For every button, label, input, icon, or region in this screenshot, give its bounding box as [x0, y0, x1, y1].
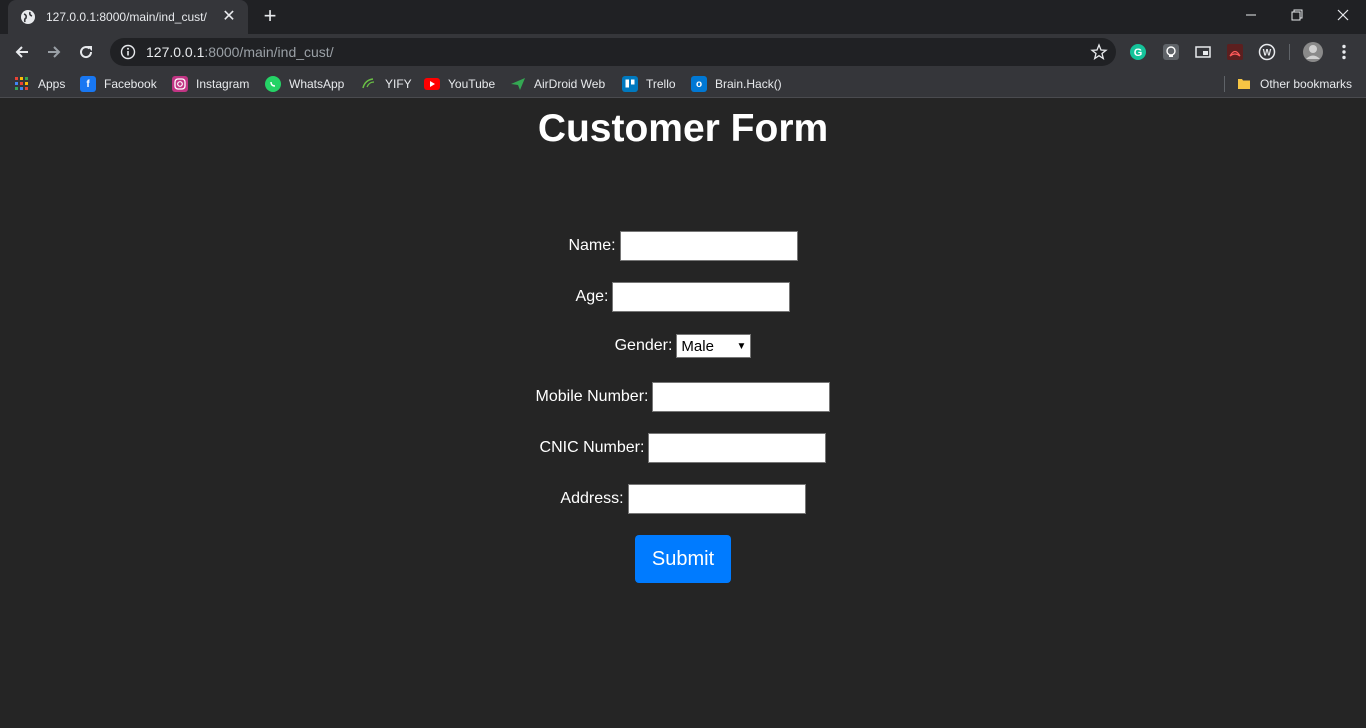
- apps-grid-icon: [14, 76, 30, 92]
- outlook-icon: o: [691, 76, 707, 92]
- new-tab-icon[interactable]: +: [258, 5, 282, 29]
- bookmark-label: Instagram: [196, 77, 250, 91]
- name-row: Name:: [0, 231, 1366, 261]
- trello-icon: [622, 76, 638, 92]
- age-label: Age:: [575, 288, 609, 305]
- profile-avatar[interactable]: [1302, 41, 1324, 63]
- bookmark-label: WhatsApp: [289, 77, 345, 91]
- name-input[interactable]: [619, 231, 798, 261]
- youtube-icon: [424, 76, 440, 92]
- folder-icon: [1236, 76, 1252, 92]
- bookmark-instagram[interactable]: Instagram: [172, 74, 249, 94]
- address-row: Address:: [0, 484, 1366, 514]
- bookmark-label: Brain.Hack(): [715, 77, 782, 91]
- mobile-number-input[interactable]: [652, 382, 831, 412]
- bookmark-label: Other bookmarks: [1260, 77, 1353, 91]
- bookmark-airdroid[interactable]: AirDroid Web: [510, 74, 605, 94]
- toolbar-divider: [1289, 44, 1290, 60]
- facebook-icon: f: [80, 76, 96, 92]
- globe-icon: [20, 9, 36, 25]
- bookmark-apps[interactable]: Apps: [14, 74, 65, 94]
- minimize-icon[interactable]: [1228, 0, 1274, 30]
- menu-kebab-icon[interactable]: [1335, 43, 1353, 61]
- svg-text:W: W: [1263, 48, 1272, 58]
- restore-icon[interactable]: [1274, 0, 1320, 30]
- bookmark-facebook[interactable]: f Facebook: [80, 74, 157, 94]
- address-label: Address:: [560, 490, 624, 507]
- bookmark-brainhack[interactable]: o Brain.Hack(): [691, 74, 782, 94]
- whatsapp-icon: [265, 76, 281, 92]
- lightbulb-extension-icon[interactable]: [1162, 43, 1180, 61]
- picture-in-picture-icon[interactable]: [1194, 43, 1212, 61]
- url-path: :8000/main/ind_cust/: [204, 44, 334, 60]
- bookmark-label: AirDroid Web: [534, 77, 606, 91]
- page-title: Customer Form: [537, 107, 829, 150]
- tab-strip: 127.0.0.1:8000/main/ind_cust/ ✕ +: [0, 0, 1366, 34]
- mobile-label: Mobile Number:: [535, 388, 649, 405]
- bookmarks-divider: [1224, 76, 1225, 92]
- bookmarks-bar: Apps f Facebook Instagram WhatsApp YIFY …: [0, 70, 1366, 98]
- dropdown-arrow-icon: ▼: [736, 340, 747, 352]
- bookmark-youtube[interactable]: YouTube: [424, 74, 495, 94]
- close-window-icon[interactable]: [1320, 0, 1366, 30]
- bookmark-label: Trello: [646, 77, 676, 91]
- cnic-label: CNIC Number:: [539, 439, 645, 456]
- age-row: Age:: [0, 282, 1366, 312]
- bookmark-yify[interactable]: YIFY: [361, 74, 412, 94]
- bookmark-trello[interactable]: Trello: [622, 74, 676, 94]
- pdf-extension-icon[interactable]: [1226, 43, 1244, 61]
- bookmark-label: YIFY: [385, 77, 412, 91]
- back-arrow-icon[interactable]: [8, 38, 36, 66]
- grammarly-icon[interactable]: G: [1129, 43, 1147, 61]
- yify-icon: [361, 76, 377, 92]
- w-extension-icon[interactable]: W: [1258, 43, 1276, 61]
- age-input[interactable]: [612, 282, 791, 312]
- browser-tab[interactable]: 127.0.0.1:8000/main/ind_cust/ ✕: [8, 0, 248, 34]
- cnic-number-input[interactable]: [648, 433, 827, 463]
- bookmark-label: Apps: [38, 77, 66, 91]
- browser-toolbar: 127.0.0.1:8000/main/ind_cust/ G W: [0, 34, 1366, 70]
- name-label: Name:: [568, 237, 616, 254]
- info-icon[interactable]: [120, 44, 136, 60]
- bookmark-whatsapp[interactable]: WhatsApp: [265, 74, 344, 94]
- address-input[interactable]: [627, 484, 806, 514]
- airdroid-icon: [510, 76, 526, 92]
- gender-label: Gender:: [614, 337, 673, 354]
- close-tab-icon[interactable]: ✕: [220, 8, 238, 26]
- submit-button[interactable]: Submit: [635, 535, 731, 583]
- gender-select[interactable]: Male ▼: [676, 334, 752, 358]
- tab-title: 127.0.0.1:8000/main/ind_cust/: [46, 10, 207, 24]
- bookmark-star-icon[interactable]: [1090, 43, 1108, 61]
- reload-icon[interactable]: [72, 38, 100, 66]
- mobile-row: Mobile Number:: [0, 382, 1366, 412]
- bookmark-label: Facebook: [104, 77, 157, 91]
- forward-arrow-icon[interactable]: [40, 38, 68, 66]
- url-text: 127.0.0.1:8000/main/ind_cust/: [146, 44, 334, 60]
- cnic-row: CNIC Number:: [0, 433, 1366, 463]
- instagram-icon: [172, 76, 188, 92]
- gender-selected-value: Male: [681, 337, 714, 355]
- url-host: 127.0.0.1: [146, 44, 205, 60]
- gender-row: Gender: Male ▼: [0, 334, 1366, 358]
- bookmark-label: YouTube: [448, 77, 496, 91]
- page-content: Customer Form Name: Age: Gender: Male ▼ …: [0, 99, 1366, 728]
- svg-text:G: G: [1134, 47, 1143, 59]
- address-bar[interactable]: 127.0.0.1:8000/main/ind_cust/: [110, 38, 1116, 66]
- bookmark-other[interactable]: Other bookmarks: [1236, 74, 1352, 94]
